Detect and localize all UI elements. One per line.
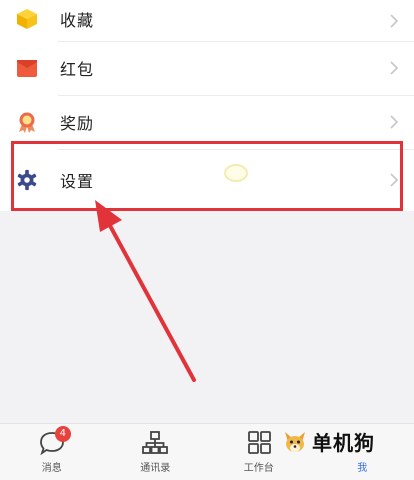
tab-bar: 4 消息 通讯录 工作台 我 — [0, 423, 414, 480]
grid-apps-icon — [244, 430, 274, 456]
red-envelope-icon — [14, 55, 40, 81]
favorites-cube-icon — [14, 6, 40, 32]
tab-label: 消息 — [41, 463, 62, 474]
unread-badge: 4 — [54, 426, 71, 442]
menu-item-awards[interactable]: 奖励 — [0, 95, 414, 149]
tab-label: 我 — [357, 463, 368, 474]
tab-workbench[interactable]: 工作台 — [207, 424, 311, 480]
tab-label: 通讯录 — [140, 463, 171, 474]
tab-contacts[interactable]: 通讯录 — [104, 424, 208, 480]
menu-item-settings[interactable]: 设置 — [0, 149, 414, 211]
chevron-right-icon — [390, 115, 399, 129]
tab-me[interactable]: 我 — [311, 424, 414, 480]
tab-label: 工作台 — [243, 463, 274, 474]
profile-icon — [347, 430, 377, 456]
touch-indicator — [224, 164, 248, 182]
menu-item-label: 收藏 — [60, 10, 95, 30]
menu-list: 收藏 红包 奖励 设置 — [0, 0, 414, 211]
menu-item-label: 奖励 — [60, 114, 95, 133]
tab-messages[interactable]: 4 消息 — [0, 424, 104, 480]
menu-item-label: 设置 — [60, 172, 95, 191]
menu-item-label: 红包 — [60, 60, 95, 79]
chevron-right-icon — [390, 173, 399, 187]
gear-icon — [14, 167, 40, 193]
menu-item-red-envelope[interactable]: 红包 — [0, 41, 414, 95]
menu-item-favorites[interactable]: 收藏 — [0, 0, 414, 41]
chevron-right-icon — [390, 61, 399, 75]
chat-bubble-icon: 4 — [37, 426, 71, 456]
chevron-right-icon — [390, 13, 399, 28]
org-chart-icon — [140, 430, 170, 456]
award-medal-icon — [14, 109, 40, 135]
